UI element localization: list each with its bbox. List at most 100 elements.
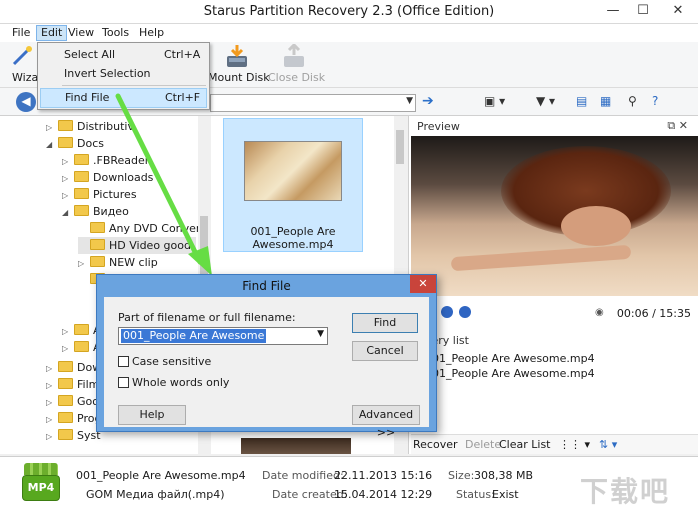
tree-item[interactable]: ◢ Docs <box>46 135 104 152</box>
tree-expander-icon[interactable]: ▷ <box>78 255 90 272</box>
tree-item[interactable]: ▷ Film <box>46 376 99 393</box>
tree-expander-icon[interactable]: ▷ <box>62 187 74 204</box>
filename-combobox[interactable]: 001_People Are Awesome ▼ <box>118 327 328 345</box>
tree-expander-icon[interactable]: ◢ <box>46 136 58 153</box>
menu-item-invert-selection[interactable]: Invert Selection <box>40 64 207 84</box>
checkbox-box[interactable] <box>118 377 129 388</box>
cancel-button[interactable]: Cancel <box>352 341 418 361</box>
video-preview[interactable] <box>411 136 698 296</box>
back-arrow-icon[interactable]: ◀ <box>16 92 36 112</box>
tree-item[interactable]: ◢ Видео <box>62 203 129 220</box>
tree-expander-icon[interactable]: ◢ <box>62 204 74 221</box>
tree-item[interactable]: ▷ Pictures <box>62 186 137 203</box>
view-mode-icon[interactable]: ▣ ▾ <box>484 94 505 110</box>
tree-expander-icon[interactable]: ▷ <box>62 340 74 357</box>
whole-words-checkbox[interactable]: Whole words only <box>118 376 229 389</box>
tree-item[interactable]: ▷A <box>62 339 101 356</box>
filename-input-value[interactable]: 001_People Are Awesome <box>121 329 267 343</box>
help-button[interactable]: Help <box>118 405 186 425</box>
menu-item-label: Invert Selection <box>64 67 151 80</box>
maximize-button[interactable]: ☐ <box>628 0 658 24</box>
folder-icon <box>58 412 73 423</box>
search-icon[interactable]: ⚲ <box>628 94 637 110</box>
file-list-scrollbar-thumb[interactable] <box>396 130 404 164</box>
menu-bar: File Edit View Tools Help <box>0 24 698 42</box>
preview-window-icons[interactable]: ⧉ ✕ <box>667 119 688 133</box>
list-view-icon[interactable]: ⋮⋮ ▾ <box>559 438 590 451</box>
tree-item[interactable]: ▷ .FBReader <box>62 152 149 169</box>
advanced-button[interactable]: Advanced >> <box>352 405 420 439</box>
menu-item-select-all[interactable]: Select All Ctrl+A <box>40 45 207 65</box>
recovery-list-item[interactable]: 001_People Are Awesome.mp4 <box>425 352 595 365</box>
tree-expander-icon[interactable]: ▷ <box>46 411 58 428</box>
tree-item[interactable]: ▷A <box>62 322 101 339</box>
preview-title: Preview <box>417 120 460 133</box>
file-name: 001_People Are Awesome.mp4 <box>250 225 336 251</box>
size-label: Size: <box>448 469 475 482</box>
chevron-down-icon[interactable]: ▼ <box>317 329 324 339</box>
folder-icon <box>74 188 89 199</box>
minimize-button[interactable]: — <box>598 0 628 24</box>
checkbox-box[interactable] <box>118 356 129 367</box>
tree-expander-icon[interactable]: ▷ <box>46 394 58 411</box>
tree-item[interactable]: ▷ Prog <box>46 410 101 427</box>
help-icon[interactable]: ? <box>652 94 658 110</box>
sort-icon[interactable]: ⇅ ▾ <box>599 438 617 451</box>
clear-list-button[interactable]: Clear List <box>499 438 551 451</box>
folder-icon <box>58 378 73 389</box>
find-button[interactable]: Find <box>352 313 418 333</box>
mount-disk-button[interactable]: Mount Disk <box>208 44 270 86</box>
save-icon[interactable]: ▦ <box>600 94 611 110</box>
menu-tools[interactable]: Tools <box>98 25 133 41</box>
menu-item-find-file[interactable]: Find File Ctrl+F <box>40 88 207 108</box>
next-icon[interactable] <box>459 306 471 318</box>
tree-item[interactable]: ▷ Downloads <box>62 169 153 186</box>
tree-item-label: Distributiv <box>77 120 134 133</box>
player-controls: ◉ 00:06 / 15:35 <box>411 302 698 324</box>
menu-view[interactable]: View <box>64 25 98 41</box>
tree-item-selected[interactable]: HD Video good <box>78 237 196 254</box>
address-dropdown-icon[interactable]: ▼ <box>406 96 413 106</box>
tree-item[interactable]: Any DVD Converter <box>78 220 209 237</box>
case-sensitive-checkbox[interactable]: Case sensitive <box>118 355 211 368</box>
address-bar[interactable]: ▼ <box>210 94 416 112</box>
tree-expander-icon[interactable]: ▷ <box>62 323 74 340</box>
volume-icon[interactable]: ◉ <box>595 307 604 318</box>
play-icon[interactable] <box>441 306 453 318</box>
tree-item-label: NEW clip <box>109 256 158 269</box>
tree-expander-icon[interactable]: ▷ <box>46 119 58 136</box>
tree-item[interactable]: ▷ NEW clip <box>78 254 158 271</box>
tree-expander-icon[interactable]: ▷ <box>46 360 58 377</box>
recover-button[interactable]: Recover <box>413 438 458 451</box>
tree-item[interactable]: ▷ Syst <box>46 427 101 444</box>
delete-button[interactable]: Delete <box>465 438 501 451</box>
menu-file[interactable]: File <box>8 25 34 41</box>
filter-icon[interactable]: ▼ ▾ <box>536 94 555 110</box>
checkbox-label: Case sensitive <box>132 355 212 368</box>
folder-icon <box>74 324 89 335</box>
mp4-file-icon: MP4 <box>22 463 60 507</box>
tree-expander-icon[interactable]: ▷ <box>62 170 74 187</box>
close-window-button[interactable]: ✕ <box>658 0 698 24</box>
dialog-title: Find File <box>242 279 291 293</box>
date-created-value: 15.04.2014 12:29 <box>334 488 433 501</box>
file-thumbnail-selected[interactable]: 001_People Are Awesome.mp4 <box>223 118 363 252</box>
tree-scrollbar-thumb[interactable] <box>200 216 208 276</box>
size-value: 308,38 MB <box>474 469 534 482</box>
tree-expander-icon[interactable]: ▷ <box>46 428 58 445</box>
dialog-close-button[interactable]: ✕ <box>410 275 436 293</box>
wizard-button[interactable]: Wiza <box>8 44 38 86</box>
recovery-list-item[interactable]: 001_People Are Awesome.mp4 <box>425 367 595 380</box>
tree-item[interactable]: ▷ Distributiv <box>46 118 134 135</box>
tree-item[interactable]: ▷ Goo <box>46 393 99 410</box>
menu-item-label: Select All <box>64 48 116 61</box>
tree-expander-icon[interactable]: ▷ <box>46 377 58 394</box>
panel-toggle-icon[interactable]: ▤ <box>576 94 587 110</box>
close-disk-button[interactable]: Close Disk <box>268 42 325 86</box>
checkbox-label: Whole words only <box>132 376 230 389</box>
tree-expander-icon[interactable]: ▷ <box>62 153 74 170</box>
menu-help[interactable]: Help <box>135 25 168 41</box>
menu-edit[interactable]: Edit <box>36 25 68 41</box>
go-arrow-icon[interactable]: ➔ <box>422 93 434 109</box>
tree-item[interactable]: ▷ Dow <box>46 359 101 376</box>
